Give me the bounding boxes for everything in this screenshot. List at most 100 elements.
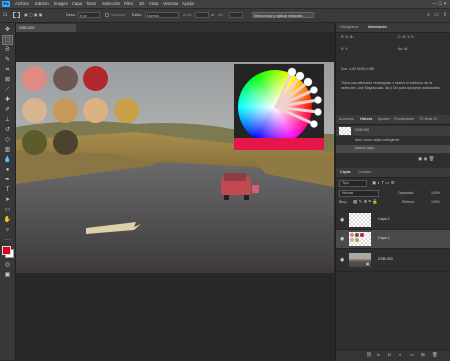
home-icon[interactable]: ⌂ xyxy=(3,11,7,18)
visibility-eye-icon[interactable]: ◉ xyxy=(340,217,344,223)
blur-tool-icon[interactable]: 💧 xyxy=(3,156,12,164)
feather-input[interactable]: 0 px xyxy=(78,12,100,18)
tab-historia[interactable]: Historia xyxy=(360,117,372,122)
more-tools-icon[interactable]: ··· xyxy=(3,236,12,244)
adjustment-icon[interactable]: ◐ xyxy=(399,352,402,357)
workspace-icon[interactable]: ▭ xyxy=(434,12,439,18)
link-icon[interactable]: ⛓ xyxy=(366,352,372,358)
clone-stamp-tool-icon[interactable]: ⊥ xyxy=(3,116,12,124)
screen-mode-icon[interactable]: ▣ xyxy=(3,271,12,279)
layer-thumbnail xyxy=(349,232,371,246)
layer-filter-icons[interactable]: ▣ ◐ T ▭ ⚙ xyxy=(372,180,395,186)
menu-seleccion[interactable]: Selección xyxy=(102,1,120,7)
document-tab[interactable]: DSB-000 xyxy=(16,24,76,32)
blend-mode-select[interactable]: Normal xyxy=(339,190,379,197)
search-icon[interactable]: ⌕ xyxy=(427,12,430,18)
visibility-eye-icon[interactable]: ◉ xyxy=(340,257,344,263)
opacity-label: Opacidad: xyxy=(398,191,414,195)
move-tool-icon[interactable]: ✥ xyxy=(3,26,12,34)
tab-ajustes[interactable]: Ajustes xyxy=(378,117,390,122)
menu-archivo[interactable]: Archivo xyxy=(15,1,29,7)
tab-informacion[interactable]: Información xyxy=(368,25,387,30)
frame-tool-icon[interactable]: ⊠ xyxy=(3,76,12,84)
fill-label: Relleno: xyxy=(402,200,415,204)
foreground-color-swatch[interactable] xyxy=(2,246,11,255)
opacity-input[interactable]: 100% xyxy=(431,191,440,196)
tab-capas[interactable]: Capas xyxy=(340,170,350,175)
share-icon[interactable]: ⇪ xyxy=(443,12,447,18)
history-brush-tool-icon[interactable]: ↺ xyxy=(3,126,12,134)
menu-vista[interactable]: Vista xyxy=(149,1,158,7)
tab-canales[interactable]: Canales xyxy=(358,170,371,175)
height-input[interactable] xyxy=(229,12,243,18)
quick-selection-tool-icon[interactable]: ✎ xyxy=(3,56,12,64)
rectangular-marquee-tool-icon[interactable]: ⬚ xyxy=(2,35,13,45)
tab-te-beat[interactable]: TE Beat 10 xyxy=(419,117,437,122)
tab-histograma[interactable]: Histograma xyxy=(340,25,358,30)
antialias-checkbox[interactable] xyxy=(105,13,109,17)
quick-mask-icon[interactable]: ◎ xyxy=(3,261,12,269)
color-swatch-9 xyxy=(53,130,78,155)
swap-icon[interactable]: ⇄ xyxy=(211,12,214,17)
type-tool-icon[interactable]: T xyxy=(3,186,12,194)
tab-acciones[interactable]: Acciones xyxy=(339,117,354,122)
eyedropper-tool-icon[interactable]: ⟋ xyxy=(3,86,12,94)
gradient-tool-icon[interactable]: ▥ xyxy=(3,146,12,154)
app-logo: Ps xyxy=(2,1,10,7)
path-selection-tool-icon[interactable]: ➤ xyxy=(3,196,12,204)
new-layer-icon[interactable]: ⊞ xyxy=(421,352,425,358)
layer-filter-select[interactable]: Tipo xyxy=(339,180,367,187)
shape-tool-icon[interactable]: ▭ xyxy=(3,206,12,214)
selection-mode-icons[interactable]: ▣ ▢ ▣ ▣ xyxy=(24,12,42,17)
group-icon[interactable]: ▭ xyxy=(410,352,414,358)
document-canvas[interactable] xyxy=(16,62,334,273)
color-swatch-8 xyxy=(22,130,47,155)
crop-tool-icon[interactable]: ⌗ xyxy=(3,66,12,74)
tab-propiedades[interactable]: Propiedades xyxy=(394,117,414,122)
lock-icons[interactable]: ▦ ✎ ✥ ⌗ 🔒 xyxy=(353,199,378,205)
history-item[interactable]: DSB-000 xyxy=(336,126,450,136)
eraser-tool-icon[interactable]: ◇ xyxy=(3,136,12,144)
trash-icon[interactable]: 🗑 xyxy=(432,352,438,358)
hand-tool-icon[interactable]: ✋ xyxy=(3,216,12,224)
dodge-tool-icon[interactable]: ● xyxy=(3,166,12,174)
layer-row-capa-2[interactable]: ◉ Capa 2 xyxy=(336,211,450,230)
history-snapshot-thumb xyxy=(339,127,351,135)
visibility-eye-icon[interactable]: ◉ xyxy=(340,236,344,242)
menu-imagen[interactable]: Imagen xyxy=(54,1,68,7)
color-wheel-markers xyxy=(234,67,324,150)
info-wh-readout: An: Al: xyxy=(398,47,409,51)
pen-tool-icon[interactable]: ✒ xyxy=(3,176,12,184)
layer-name: Capa 1 xyxy=(378,236,390,240)
healing-brush-tool-icon[interactable]: ✚ xyxy=(3,96,12,104)
layers-footer: ⛓ fx ◘ ◐ ▭ ⊞ 🗑 xyxy=(336,349,450,361)
window-controls-icon[interactable]: — ☐ ✕ xyxy=(432,1,447,7)
menu-filtro[interactable]: Filtro xyxy=(124,1,133,7)
menu-ayuda[interactable]: Ayuda xyxy=(182,1,194,7)
select-and-mask-button[interactable]: Seleccionar y aplicar máscara... xyxy=(252,12,314,18)
style-label: Estilo: xyxy=(132,13,143,17)
brush-tool-icon[interactable]: ✐ xyxy=(3,106,12,114)
marquee-tool-icon[interactable] xyxy=(13,12,20,18)
menu-3d[interactable]: 3D xyxy=(139,1,144,7)
fx-icon[interactable]: fx xyxy=(377,352,380,357)
info-hint: Traza una selección rectangular o mueve … xyxy=(341,81,441,90)
menu-capa[interactable]: Capa xyxy=(72,1,82,7)
mask-icon[interactable]: ◘ xyxy=(388,352,391,357)
zoom-tool-icon[interactable]: ⌕ xyxy=(3,226,12,234)
layer-row-capa-1[interactable]: ◉ Capa 1 xyxy=(336,230,450,249)
color-wheel-panel xyxy=(234,64,324,150)
history-footer-icons[interactable]: ▣ ◉ 🗑 xyxy=(418,156,434,162)
menu-edicion[interactable]: Edición xyxy=(35,1,49,7)
width-input[interactable] xyxy=(195,12,209,18)
history-item[interactable]: Abrir como objeto inteligente xyxy=(336,137,450,145)
fill-input[interactable]: 100% xyxy=(431,200,440,205)
history-panel-tabs: Acciones Historia Ajustes Propiedades TE… xyxy=(336,115,450,125)
lasso-tool-icon[interactable]: ᘐ xyxy=(3,46,12,54)
menu-texto[interactable]: Texto xyxy=(86,1,96,7)
menu-ventana[interactable]: Ventana xyxy=(163,1,178,7)
layer-row-background[interactable]: ◉ ▣ DSB-000 xyxy=(336,249,450,272)
color-swatch-3 xyxy=(83,66,108,91)
history-item[interactable]: Nueva capa xyxy=(336,145,450,153)
style-select[interactable]: Normal xyxy=(145,12,179,18)
